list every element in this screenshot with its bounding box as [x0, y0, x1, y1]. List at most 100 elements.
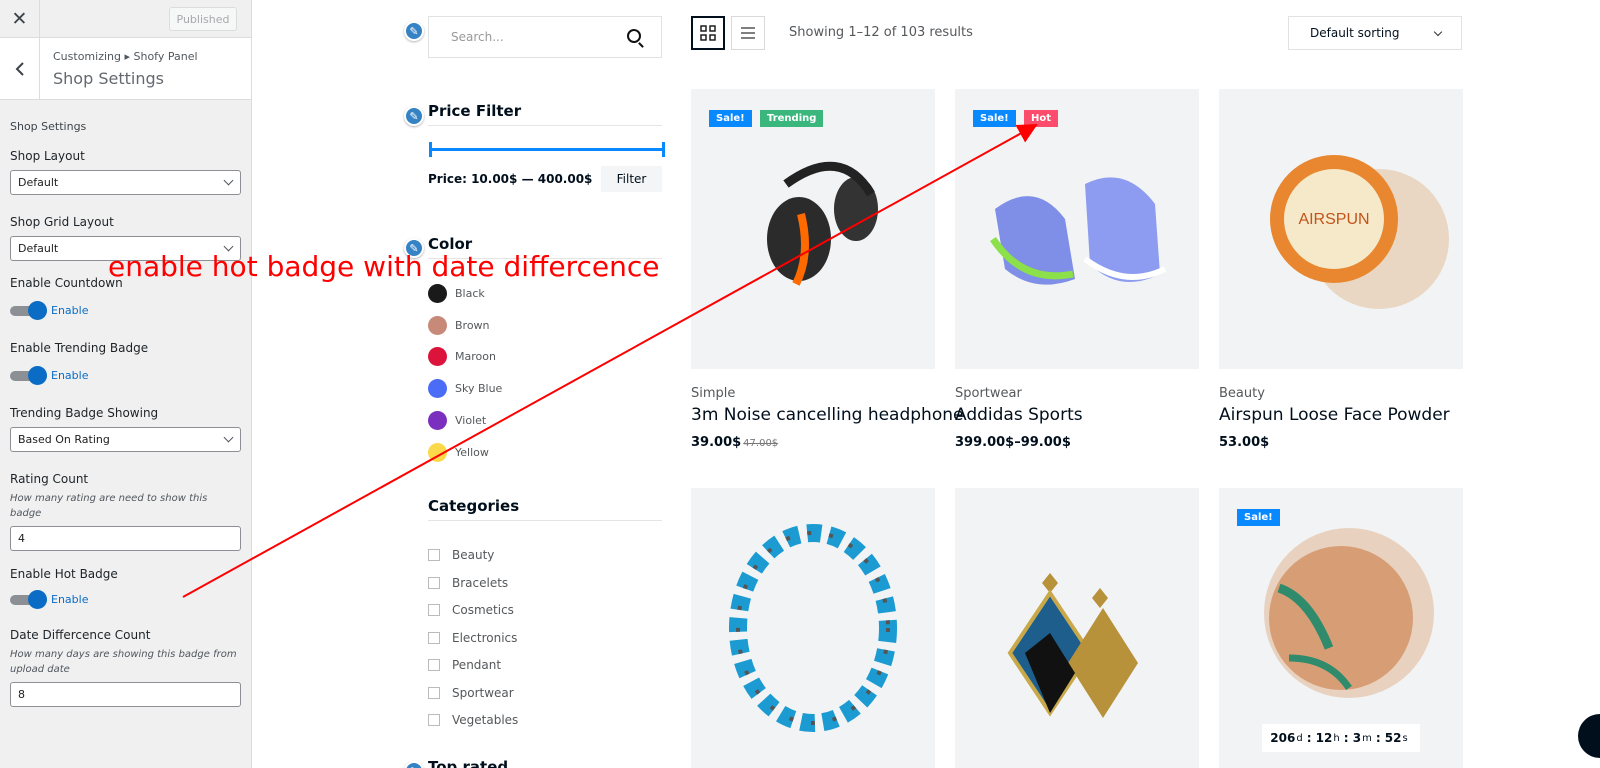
category-checkbox[interactable]: [428, 631, 440, 644]
color-label: Sky Blue: [455, 382, 503, 396]
color-option[interactable]: Black: [428, 284, 485, 303]
scroll-to-top-button[interactable]: [1578, 714, 1600, 758]
category-item[interactable]: Cosmetics: [428, 603, 514, 617]
product-image[interactable]: AIRSPUN: [1219, 89, 1463, 369]
color-option[interactable]: Brown: [428, 315, 490, 335]
edit-shortcut-icon[interactable]: ✎: [404, 21, 424, 41]
shop-grid-layout-value: Default: [18, 242, 59, 255]
color-swatch: [428, 379, 447, 399]
svg-text:AIRSPUN: AIRSPUN: [1298, 211, 1369, 228]
list-view-button[interactable]: [731, 16, 765, 50]
section-header: Customizing ▸ Shofy Panel Shop Settings: [0, 38, 251, 100]
sort-value: Default sorting: [1310, 26, 1400, 40]
category-checkbox[interactable]: [428, 686, 440, 699]
product-image[interactable]: Sale! Trending: [691, 89, 935, 369]
enable-trending-label: Enable Trending Badge: [10, 341, 149, 355]
category-checkbox[interactable]: [428, 659, 440, 671]
trending-showing-select[interactable]: Based On Rating: [10, 427, 241, 452]
product-price: 53.00$: [1219, 435, 1269, 450]
category-checkbox[interactable]: [428, 576, 440, 589]
trending-showing-label: Trending Badge Showing: [10, 406, 159, 420]
shop-layout-select[interactable]: Default: [10, 170, 241, 195]
color-option[interactable]: Yellow: [428, 442, 489, 462]
panel-title: Shop Settings: [53, 69, 164, 88]
edit-shortcut-icon[interactable]: ✎: [404, 106, 424, 126]
countdown-minutes: 3: [1352, 731, 1362, 745]
product-title[interactable]: 3m Noise cancelling headphone: [691, 405, 963, 425]
sort-select[interactable]: Default sorting: [1288, 16, 1462, 50]
price-label: Price:: [428, 172, 467, 186]
grid-view-button[interactable]: [691, 16, 725, 50]
category-checkbox[interactable]: [428, 714, 440, 726]
enable-trending-toggle[interactable]: Enable: [10, 365, 241, 385]
date-difference-label: Date Differcence Count: [10, 628, 151, 642]
color-option[interactable]: Violet: [428, 410, 487, 430]
product-image[interactable]: [955, 488, 1199, 768]
rating-count-input[interactable]: 4: [10, 526, 241, 551]
color-label: Violet: [455, 413, 487, 427]
toggle-switch[interactable]: [10, 589, 47, 609]
product-category[interactable]: Beauty: [1219, 386, 1265, 401]
color-option[interactable]: Maroon: [428, 347, 496, 367]
enable-hot-toggle[interactable]: Enable: [10, 589, 241, 609]
color-swatch: [428, 410, 447, 430]
current-price: 39.00$: [691, 435, 742, 450]
customizer-header: ✕ Published: [0, 0, 251, 38]
results-count: Showing 1–12 of 103 results: [789, 25, 973, 40]
color-option[interactable]: Sky Blue: [428, 379, 503, 399]
product-image[interactable]: [691, 488, 935, 768]
trending-badge: Trending: [760, 110, 824, 127]
product-category[interactable]: Simple: [691, 386, 735, 401]
product-title[interactable]: Airspun Loose Face Powder: [1219, 405, 1450, 425]
section-label: Shop Settings: [10, 120, 87, 133]
breadcrumb: Customizing ▸ Shofy Panel: [53, 50, 198, 63]
edit-shortcut-icon[interactable]: ✎: [404, 761, 424, 768]
enable-countdown-toggle[interactable]: Enable: [10, 300, 241, 320]
current-price: 53.00$: [1219, 435, 1270, 450]
toggle-knob: [28, 365, 47, 385]
category-label: Cosmetics: [452, 603, 514, 617]
current-price: 399.00$–99.00$: [955, 435, 1071, 450]
date-difference-input[interactable]: 8: [10, 682, 241, 707]
top-rated-title: Top rated: [428, 758, 509, 768]
product-title[interactable]: Addidas Sports: [955, 405, 1083, 425]
back-arrow-icon[interactable]: [0, 38, 40, 99]
category-checkbox[interactable]: [428, 549, 440, 561]
product-category[interactable]: Sportwear: [955, 386, 1022, 401]
category-item[interactable]: Electronics: [428, 631, 517, 645]
toggle-knob: [28, 589, 47, 609]
list-icon: [741, 27, 755, 39]
close-icon[interactable]: ✕: [0, 0, 40, 37]
rating-count-description: How many rating are need to show this ba…: [10, 493, 208, 519]
search-input[interactable]: Search...: [428, 16, 662, 58]
sale-badge: Sale!: [973, 110, 1016, 127]
price-range-text: Price: 10.00$ — 400.00$: [428, 172, 592, 186]
search-icon[interactable]: [627, 29, 641, 43]
color-swatch: [428, 442, 447, 462]
product-price: 39.00$ 47.00$: [691, 435, 778, 450]
color-label: Yellow: [455, 445, 489, 459]
category-item[interactable]: Sportwear: [428, 686, 514, 700]
product-image[interactable]: Sale! Hot: [955, 89, 1199, 369]
toggle-switch[interactable]: [10, 300, 47, 320]
color-label: Maroon: [455, 350, 496, 364]
category-item[interactable]: Beauty: [428, 548, 494, 562]
countdown-hours: 12: [1315, 731, 1333, 745]
published-button[interactable]: Published: [169, 7, 237, 31]
filter-button[interactable]: Filter: [601, 166, 662, 192]
grid-icon: [700, 25, 716, 41]
category-item[interactable]: Bracelets: [428, 576, 508, 590]
countdown-days-unit: d: [1296, 732, 1303, 744]
old-price: 47.00$: [743, 438, 779, 449]
category-checkbox[interactable]: [428, 604, 440, 616]
color-label: Brown: [455, 318, 490, 332]
price-range-slider[interactable]: [429, 142, 665, 157]
category-item[interactable]: Vegetables: [428, 713, 518, 727]
shop-layout-value: Default: [18, 176, 59, 189]
category-item[interactable]: Pendant: [428, 658, 501, 672]
toggle-label: Enable: [51, 369, 89, 382]
toggle-switch[interactable]: [10, 365, 47, 385]
category-label: Pendant: [452, 658, 502, 672]
divider: [428, 125, 662, 126]
category-label: Vegetables: [452, 713, 519, 727]
